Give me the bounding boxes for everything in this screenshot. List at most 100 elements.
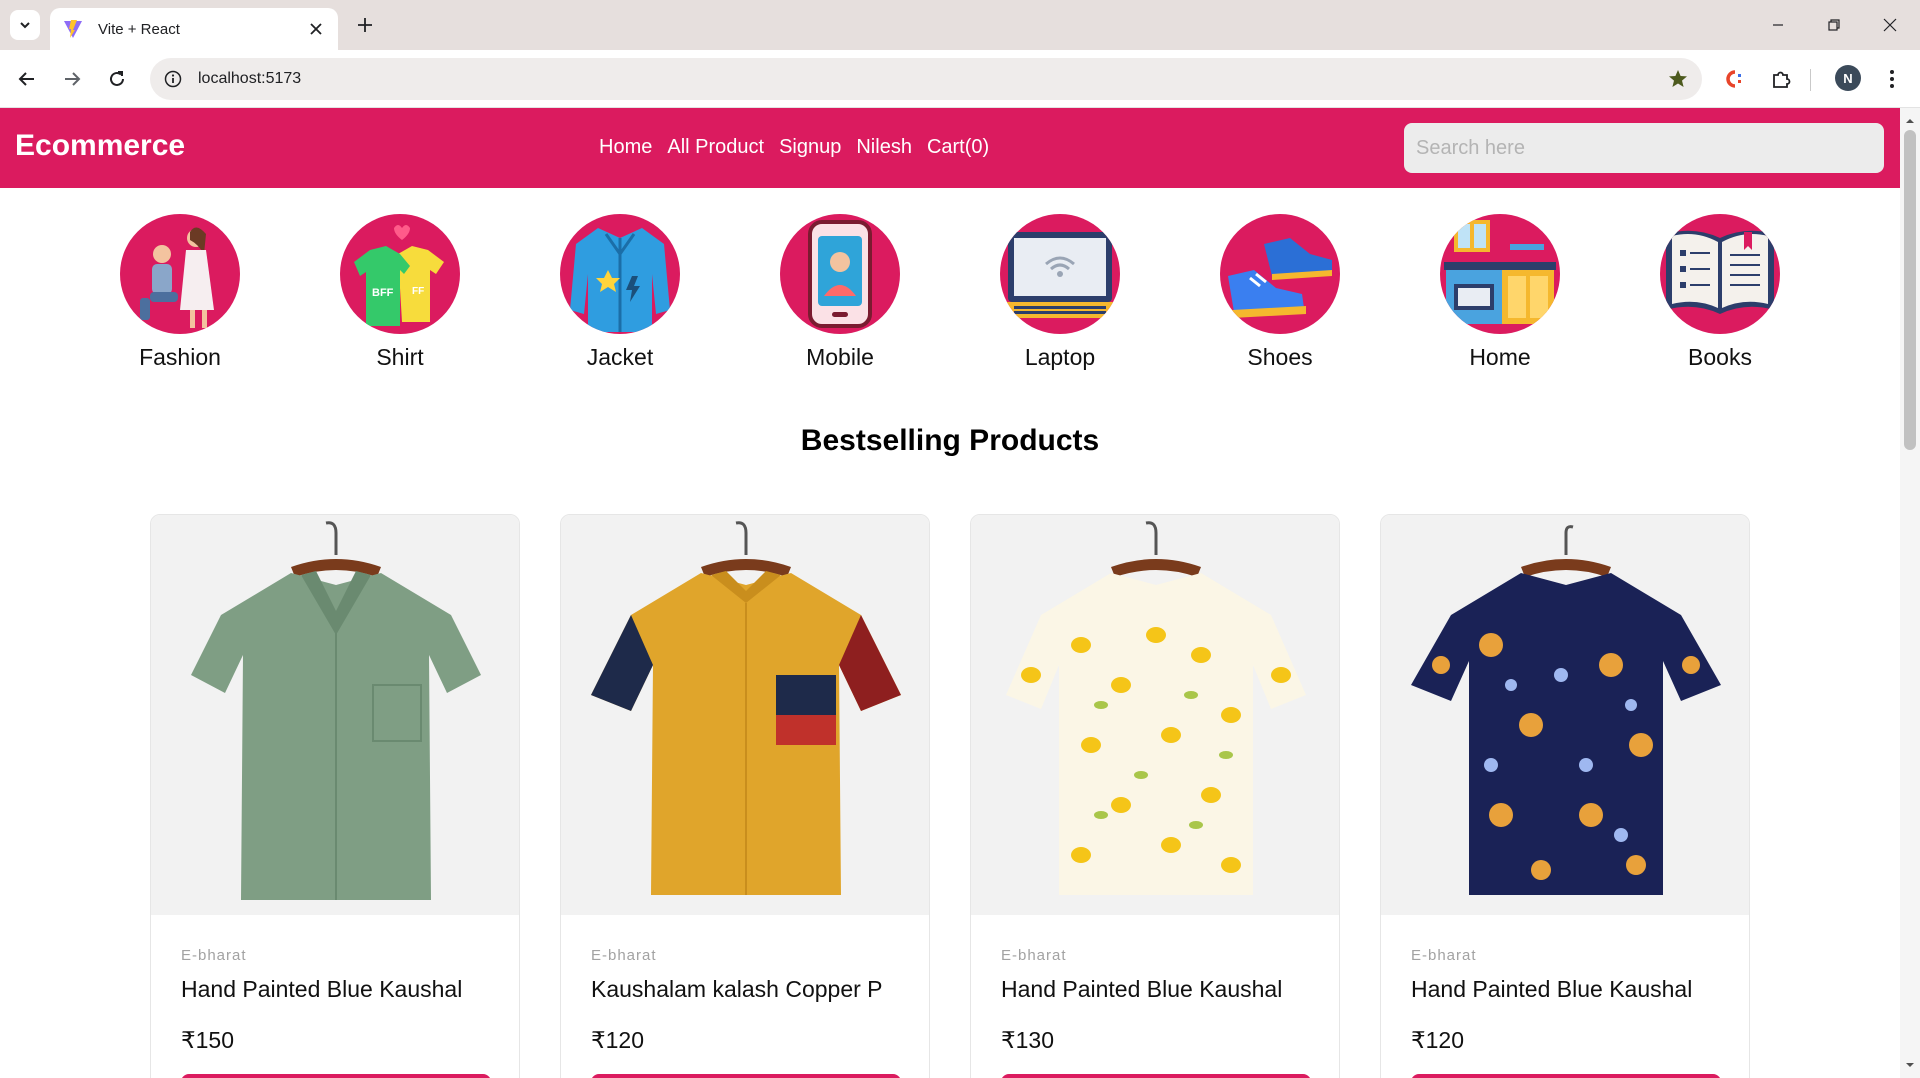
sneakers-icon xyxy=(1220,214,1340,334)
new-tab-button[interactable] xyxy=(350,10,380,40)
restore-button[interactable] xyxy=(1806,0,1862,50)
chevron-down-icon xyxy=(20,22,30,29)
product-brand: E-bharat xyxy=(1001,947,1067,964)
tab-search-button[interactable] xyxy=(10,10,40,40)
product-brand: E-bharat xyxy=(1411,947,1477,964)
minimize-icon xyxy=(1773,24,1783,26)
category-label: Home xyxy=(1469,344,1531,370)
product-price: ₹130 xyxy=(1001,1027,1055,1053)
product-title[interactable]: Hand Painted Blue Kaushal xyxy=(181,976,489,1003)
section-title: Bestselling Products xyxy=(800,424,1100,457)
kitchen-furniture-icon xyxy=(1440,214,1560,334)
browser-menu-button[interactable] xyxy=(1875,62,1909,96)
product-info: E-bharat Kaushalam kalash Copper P ₹120 xyxy=(561,915,929,1078)
add-to-cart-button[interactable] xyxy=(181,1074,491,1078)
bff-tshirts-icon: BFF FF xyxy=(340,214,460,334)
product-brand: E-bharat xyxy=(591,947,657,964)
category-label: Shirt xyxy=(376,344,424,370)
svg-text:FF: FF xyxy=(412,286,424,297)
minimize-button[interactable] xyxy=(1750,0,1806,50)
add-to-cart-button[interactable] xyxy=(1411,1074,1721,1078)
scroll-down-arrow-icon[interactable] xyxy=(1905,1060,1915,1070)
product-card[interactable]: E-bharat Hand Painted Blue Kaushal ₹120 xyxy=(1380,514,1750,1078)
tab-close-button[interactable] xyxy=(302,15,330,43)
extension-logo-icon xyxy=(1726,70,1741,88)
reload-button[interactable] xyxy=(100,62,134,96)
category-label: Fashion xyxy=(139,344,221,370)
back-button[interactable] xyxy=(10,62,44,96)
smartphone-icon xyxy=(780,214,900,334)
toolbar-separator xyxy=(1810,69,1811,91)
product-image-green-corduroy-shirt[interactable] xyxy=(151,515,519,915)
category-books[interactable]: Books xyxy=(1640,214,1800,371)
nav-link-signup[interactable]: Signup xyxy=(779,136,841,159)
product-card[interactable]: E-bharat Kaushalam kalash Copper P ₹120 xyxy=(560,514,930,1078)
close-window-button[interactable] xyxy=(1862,0,1918,50)
reload-icon xyxy=(110,71,124,86)
product-image-sun-moon-print-shirt[interactable] xyxy=(1381,515,1749,915)
browser-tab-active[interactable]: Vite + React xyxy=(50,8,338,50)
add-to-cart-button[interactable] xyxy=(1001,1074,1311,1078)
nav-link-all-product[interactable]: All Product xyxy=(667,136,764,159)
close-icon xyxy=(310,23,322,35)
product-image-mustard-printed-shirt[interactable] xyxy=(561,515,929,915)
product-info: E-bharat Hand Painted Blue Kaushal ₹150 xyxy=(151,915,519,1078)
arrow-right-icon xyxy=(65,72,81,86)
category-label: Shoes xyxy=(1247,344,1313,370)
nav-link-home[interactable]: Home xyxy=(599,136,652,159)
product-card[interactable]: E-bharat Hand Painted Blue Kaushal ₹150 xyxy=(150,514,520,1078)
search-input[interactable] xyxy=(1404,123,1884,173)
category-strip: Fashion BFF FF Shirt Jacket Mobile Lapto… xyxy=(0,214,1900,374)
open-book-icon xyxy=(1660,214,1780,334)
denim-jacket-icon xyxy=(560,214,680,334)
address-bar[interactable]: localhost:5173 xyxy=(150,58,1702,100)
product-info: E-bharat Hand Painted Blue Kaushal ₹130 xyxy=(971,915,1339,1078)
nav-link-user[interactable]: Nilesh xyxy=(856,136,912,159)
extension-button[interactable] xyxy=(1717,62,1751,96)
url-text: localhost:5173 xyxy=(198,70,302,87)
product-title[interactable]: Hand Painted Blue Kaushal xyxy=(1001,976,1309,1003)
forward-button[interactable] xyxy=(55,62,89,96)
site-info-icon[interactable] xyxy=(162,68,184,90)
arrow-left-icon xyxy=(18,72,34,86)
nav-link-cart[interactable]: Cart(0) xyxy=(927,136,989,159)
product-title[interactable]: Kaushalam kalash Copper P xyxy=(591,976,899,1003)
site-header: Ecommerce Home All Product Signup Nilesh… xyxy=(0,108,1900,188)
couple-proposal-icon xyxy=(120,214,240,334)
svg-text:BFF: BFF xyxy=(372,287,394,299)
star-icon xyxy=(1669,70,1687,87)
scrollbar-thumb[interactable] xyxy=(1904,130,1916,450)
product-title[interactable]: Hand Painted Blue Kaushal xyxy=(1411,976,1719,1003)
browser-tab-strip: Vite + React xyxy=(0,0,1920,50)
category-label: Mobile xyxy=(806,344,874,370)
page-scrollbar[interactable] xyxy=(1900,108,1920,1078)
tab-title: Vite + React xyxy=(98,20,180,38)
add-to-cart-button[interactable] xyxy=(591,1074,901,1078)
browser-toolbar: localhost:5173 xyxy=(0,50,1920,108)
close-icon xyxy=(1883,18,1897,32)
category-mobile[interactable]: Mobile xyxy=(760,214,920,371)
category-label: Laptop xyxy=(1024,344,1096,370)
kebab-menu-icon xyxy=(1890,70,1894,88)
category-jacket[interactable]: Jacket xyxy=(540,214,700,371)
category-laptop[interactable]: Laptop xyxy=(980,214,1140,371)
product-image-lemon-print-shirt[interactable] xyxy=(971,515,1339,915)
vite-logo-icon xyxy=(64,20,82,38)
laptop-icon xyxy=(1000,214,1120,334)
page-viewport: Ecommerce Home All Product Signup Nilesh… xyxy=(0,108,1900,1078)
category-fashion[interactable]: Fashion xyxy=(100,214,260,371)
product-brand: E-bharat xyxy=(181,947,247,964)
bookmark-star-button[interactable] xyxy=(1660,61,1696,97)
profile-avatar[interactable]: N xyxy=(1835,65,1861,91)
site-logo[interactable]: Ecommerce xyxy=(15,129,185,163)
category-home[interactable]: Home xyxy=(1420,214,1580,371)
category-shirt[interactable]: BFF FF Shirt xyxy=(320,214,480,371)
product-card[interactable]: E-bharat Hand Painted Blue Kaushal ₹130 xyxy=(970,514,1340,1078)
product-price: ₹120 xyxy=(591,1027,645,1053)
scroll-up-arrow-icon[interactable] xyxy=(1905,116,1915,126)
category-label: Jacket xyxy=(586,344,654,370)
category-shoes[interactable]: Shoes xyxy=(1200,214,1360,371)
product-info: E-bharat Hand Painted Blue Kaushal ₹120 xyxy=(1381,915,1749,1078)
main-nav: Home All Product Signup Nilesh Cart(0) xyxy=(599,136,989,159)
extensions-menu-button[interactable] xyxy=(1764,62,1798,96)
